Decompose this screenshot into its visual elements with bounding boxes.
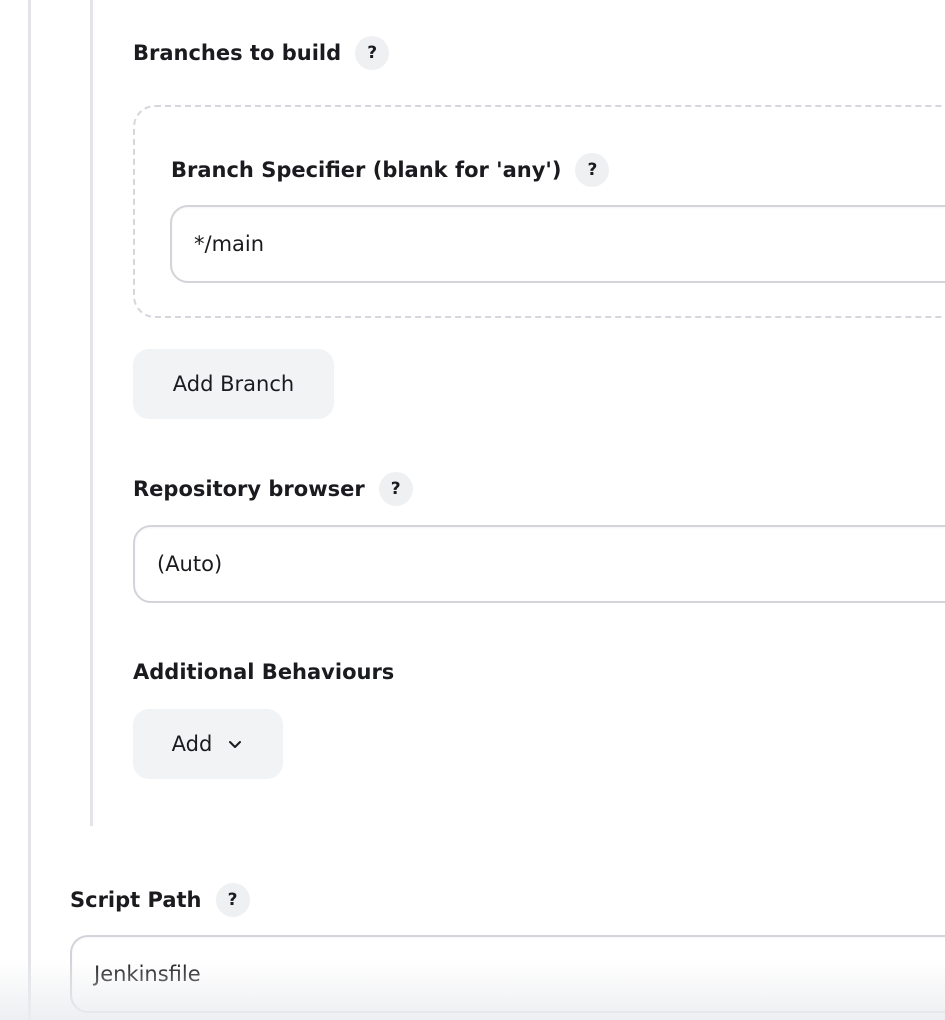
additional-behaviours-label: Additional Behaviours — [133, 660, 394, 684]
branches-to-build-text: Branches to build — [133, 41, 342, 65]
form-section-rule — [28, 0, 31, 1020]
script-path-help-icon[interactable]: ? — [215, 883, 250, 917]
repository-browser-text: Repository browser — [133, 477, 365, 501]
repository-browser-label: Repository browser ? — [133, 472, 413, 506]
additional-behaviours-text: Additional Behaviours — [133, 660, 395, 684]
repository-browser-select[interactable]: (Auto) — [133, 525, 945, 603]
add-behaviour-button[interactable]: Add — [133, 709, 283, 779]
branch-specifier-text: Branch Specifier (blank for 'any') — [171, 158, 562, 182]
branches-to-build-help-icon[interactable]: ? — [355, 36, 390, 70]
branches-to-build-label: Branches to build ? — [133, 36, 390, 70]
add-behaviour-label: Add — [171, 732, 213, 756]
script-path-text: Script Path — [70, 888, 202, 912]
scm-section-rule — [90, 0, 93, 826]
script-path-input[interactable]: Jenkinsfile — [70, 935, 945, 1013]
repository-browser-help-icon[interactable]: ? — [378, 472, 413, 506]
script-path-label: Script Path ? — [70, 883, 250, 917]
add-branch-button[interactable]: Add Branch — [133, 349, 334, 419]
pipeline-config-form: Branches to build ? Branch Specifier (bl… — [0, 0, 945, 1020]
chevron-down-icon — [229, 741, 242, 748]
branch-specifier-help-icon[interactable]: ? — [575, 153, 610, 187]
branch-specifier-label: Branch Specifier (blank for 'any') ? — [171, 153, 610, 187]
branch-specifier-input[interactable]: */main — [170, 205, 945, 283]
